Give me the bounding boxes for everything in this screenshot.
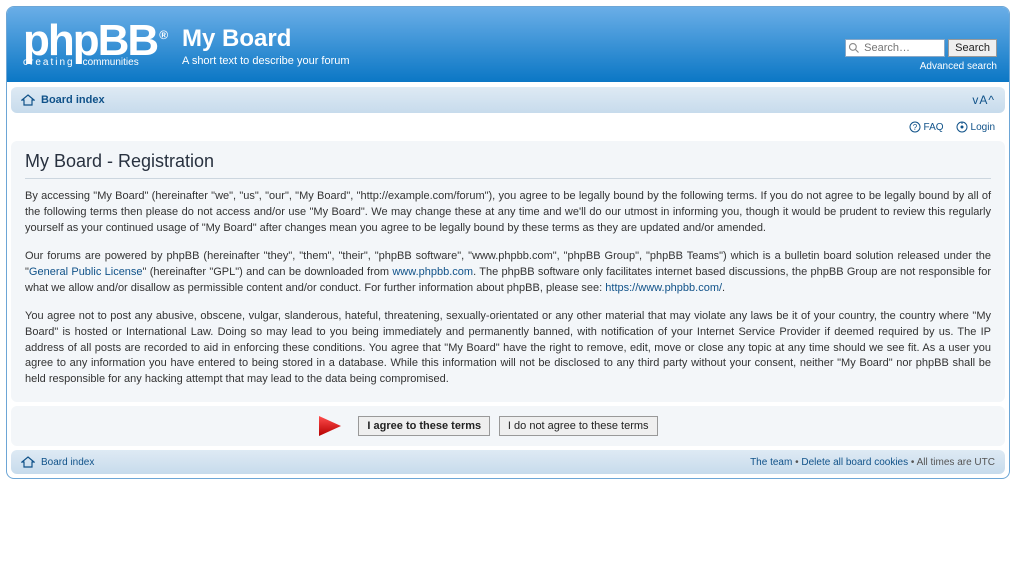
login-link[interactable]: Login [956,121,995,133]
search-input[interactable] [845,39,945,57]
terms-paragraph-3: You agree not to post any abusive, obsce… [25,309,991,389]
search-button[interactable]: Search [948,39,997,57]
home-icon [21,456,35,468]
faq-link[interactable]: ? FAQ [909,121,944,133]
site-title[interactable]: My Board [182,25,350,53]
submit-bar: I agree to these terms I do not agree to… [11,406,1005,446]
logo-text: phpBB [23,16,157,65]
svg-text:?: ? [912,123,917,132]
search-icon [848,42,860,54]
terms-paragraph-2: Our forums are powered by phpBB (hereina… [25,249,991,297]
timezone-text: All times are UTC [917,457,995,468]
gpl-link[interactable]: General Public License [29,266,143,278]
annotation-arrow [283,413,343,439]
login-label: Login [971,122,995,133]
advanced-search-link[interactable]: Advanced search [920,61,997,72]
delete-cookies-link[interactable]: Delete all board cookies [801,457,908,468]
agree-button[interactable]: I agree to these terms [358,416,490,436]
top-links: ? FAQ Login [7,117,1009,141]
disagree-button[interactable]: I do not agree to these terms [499,416,658,436]
breadcrumb-bar: Board index ᴠA^ [11,86,1005,113]
registration-heading: My Board - Registration [25,151,991,179]
phpbb-link[interactable]: www.phpbb.com [392,266,473,278]
footer-board-index-link[interactable]: Board index [41,457,94,468]
board-index-link[interactable]: Board index [41,94,105,106]
registration-panel: My Board - Registration By accessing "My… [11,141,1005,402]
team-link[interactable]: The team [750,457,792,468]
logo-registered: ® [159,28,166,42]
phpbb-url-link[interactable]: https://www.phpbb.com/ [605,282,722,294]
phpbb-logo[interactable]: phpBB® creatingcommunities [23,19,166,68]
site-header: phpBB® creatingcommunities My Board A sh… [7,7,1009,82]
terms-paragraph-1: By accessing "My Board" (hereinafter "we… [25,189,991,237]
home-icon [21,94,35,106]
faq-label: FAQ [924,122,944,133]
footer-bar: Board index The team • Delete all board … [11,450,1005,474]
font-resize-control[interactable]: ᴠA^ [972,93,995,107]
site-description: A short text to describe your forum [182,55,350,67]
login-icon [956,121,968,133]
faq-icon: ? [909,121,921,133]
